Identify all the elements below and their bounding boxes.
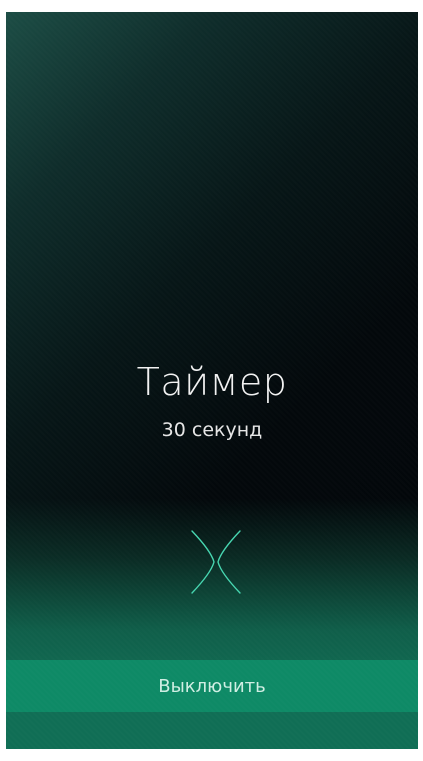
alarm-title: Таймер (136, 360, 288, 404)
dismiss-button-label: Выключить (158, 675, 266, 697)
alarm-duration: 30 секунд (161, 419, 263, 441)
alarm-screen: Таймер 30 секунд Выключить (6, 12, 418, 749)
bottom-strip (6, 712, 418, 749)
dismiss-chevrons-icon[interactable] (190, 529, 242, 595)
dismiss-button[interactable]: Выключить (6, 660, 418, 712)
